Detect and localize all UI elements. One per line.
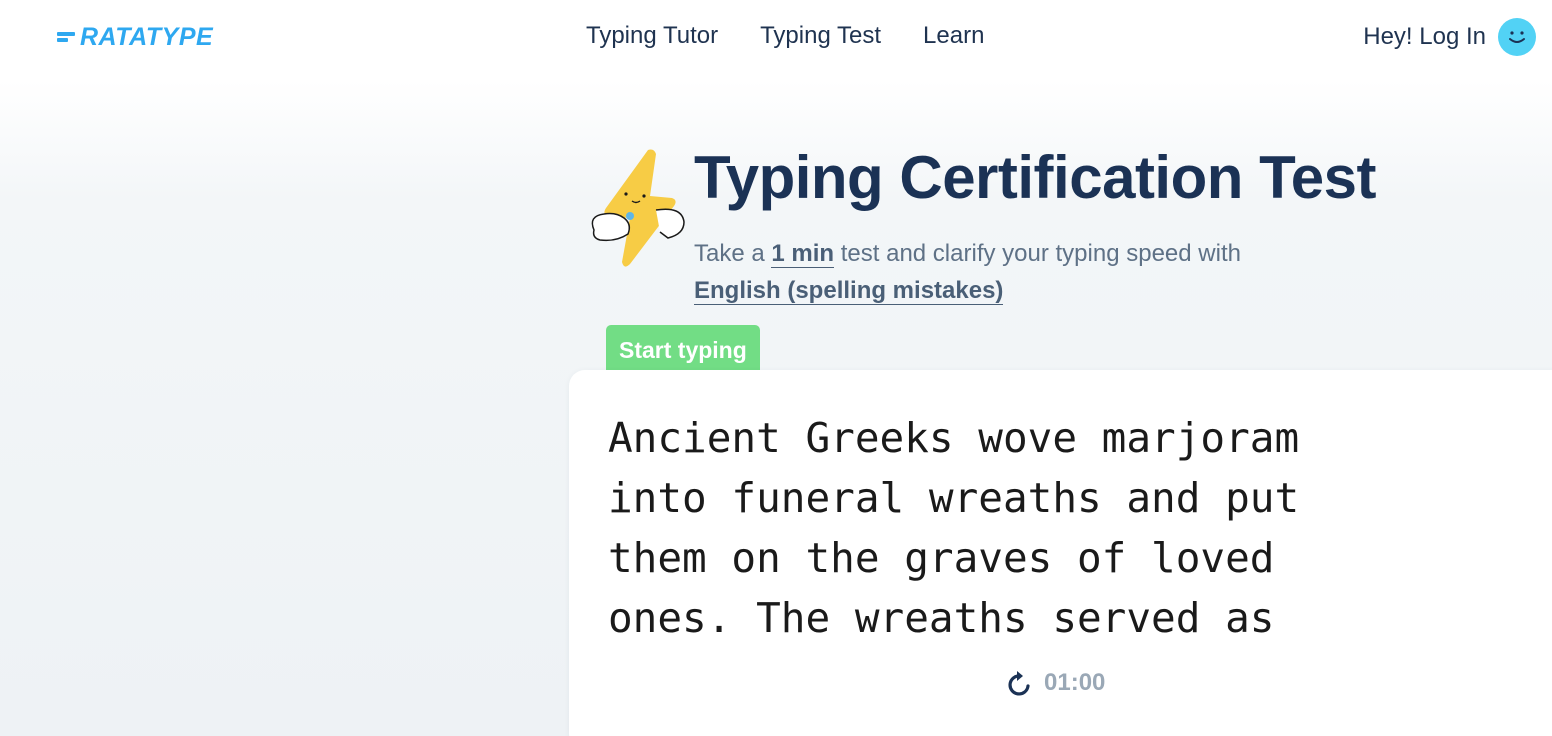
nav-learn[interactable]: Learn <box>923 22 984 50</box>
language-selector[interactable]: English (spelling mistakes) <box>694 277 1004 305</box>
lightning-mascot-icon <box>586 146 690 270</box>
smiley-avatar-icon[interactable] <box>1498 18 1536 56</box>
subtitle-middle: test and clarify your typing speed with <box>834 240 1241 267</box>
top-header: RATATYPE Typing Tutor Typing Test Learn … <box>0 0 1552 78</box>
page: RATATYPE Typing Tutor Typing Test Learn … <box>0 0 1552 736</box>
text-line: Ancient Greeks wove marjoram <box>608 414 1300 462</box>
restart-icon[interactable] <box>1006 668 1034 698</box>
main-nav: Typing Tutor Typing Test Learn <box>586 22 984 50</box>
text-line: them on the graves of loved <box>608 534 1275 582</box>
typing-text-area[interactable]: Ancient Greeks wove marjoram into funeral… <box>608 408 1398 648</box>
subtitle-prefix: Take a <box>694 240 772 267</box>
duration-selector[interactable]: 1 min <box>771 240 835 268</box>
nav-typing-test[interactable]: Typing Test <box>760 22 881 50</box>
nav-typing-tutor[interactable]: Typing Tutor <box>586 22 718 50</box>
ratatype-logo[interactable]: RATATYPE <box>57 22 213 52</box>
text-line: ones. The wreaths served as <box>608 594 1275 642</box>
page-subtitle: Take a 1 min test and clarify your typin… <box>694 235 1334 309</box>
typing-card[interactable]: Ancient Greeks wove marjoram into funeral… <box>569 370 1552 736</box>
page-title: Typing Certification Test <box>694 144 1376 211</box>
timer: 01:00 <box>1006 668 1105 698</box>
login-area[interactable]: Hey! Log In <box>1363 18 1536 56</box>
logo-text: RATATYPE <box>80 22 214 51</box>
timer-value: 01:00 <box>1044 669 1106 696</box>
login-link[interactable]: Hey! Log In <box>1363 23 1486 51</box>
start-typing-tag: Start typing <box>606 325 760 375</box>
text-line: into funeral wreaths and put <box>608 474 1300 522</box>
logo-mark-icon <box>57 30 77 44</box>
